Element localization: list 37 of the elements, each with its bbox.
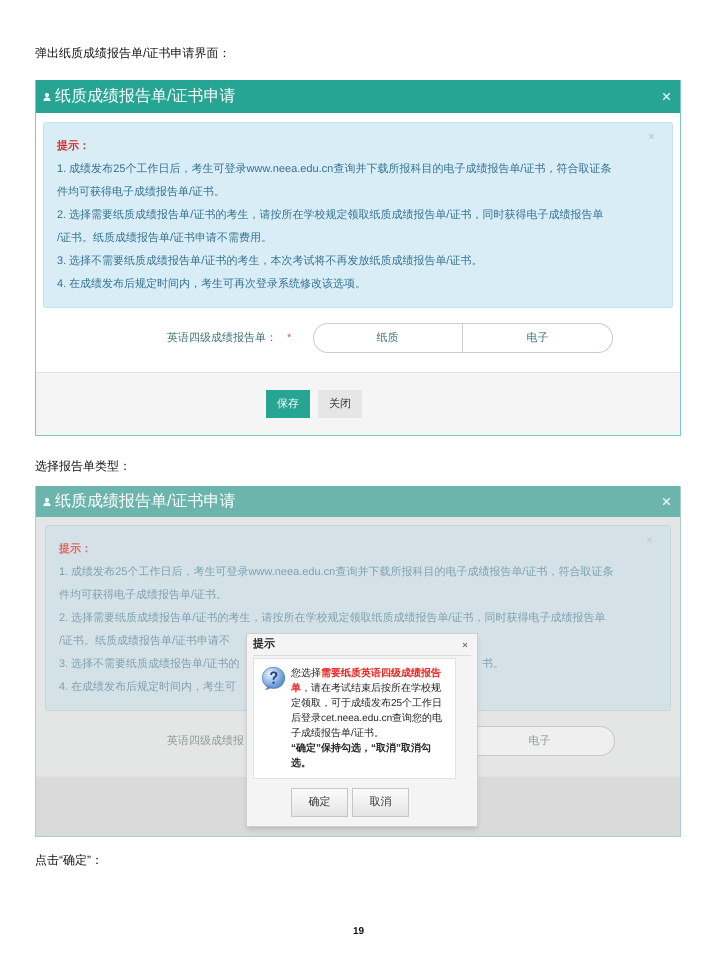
prompt-message: 您选择需要纸质英语四级成绩报告单，请在考试结束后按所在学校规定领取，可于成绩发布25个工作日后登录cet.neea.edu.cn查询您的电子成绩报告单/证书。 bbox=[291, 666, 444, 741]
notice-text: 2. 选择需要纸质成绩报告单/证书的考生，请按所在学校规定领取纸质成绩报告单/证书，同时获得电子成绩报告单 bbox=[57, 208, 604, 223]
notice-text: 1. 成绩发布25个工作日后，考生可登录www.neea.edu.cn查询并下载所报科目的电子成绩报告单/证书，符合取证条 bbox=[57, 162, 612, 177]
notice-text: 1. 成绩发布25个工作日后，考生可登录www.neea.edu.cn查询并下载所报科目的电子成绩报告单/证书，符合取证条 bbox=[59, 564, 614, 580]
caption: 弹出纸质成绩报告单/证书申请界面： bbox=[35, 45, 230, 62]
confirm-button[interactable]: 确定 bbox=[291, 788, 348, 817]
notice-heading: 提示： bbox=[59, 542, 92, 557]
field-label: 英语四级成绩报 bbox=[167, 734, 244, 749]
prompt-title: 提示 bbox=[253, 637, 275, 652]
caption: 点击“确定”： bbox=[35, 852, 103, 869]
notice-text: 3. 选择不需要纸质成绩报告单/证书的考生，本次考试将不再发放纸质成绩报告单/证书。 bbox=[57, 254, 482, 269]
toggle-option[interactable]: 电子 bbox=[462, 324, 612, 352]
field-label: 英语四级成绩报告单： bbox=[167, 330, 277, 346]
notice-text: 3. 选择不需要纸质成绩报告单/证书的 bbox=[59, 658, 240, 670]
dialog-title: 纸质成绩报告单/证书申请 bbox=[55, 86, 236, 106]
notice-heading: 提示： bbox=[57, 139, 90, 154]
dialog-title: 纸质成绩报告单/证书申请 bbox=[55, 492, 236, 512]
close-button[interactable]: 关闭 bbox=[318, 390, 362, 418]
user-icon bbox=[42, 92, 52, 102]
notice-text: 2. 选择需要纸质成绩报告单/证书的考生，请按所在学校规定领取纸质成绩报告单/证书，同时获得电子成绩报告单 bbox=[59, 610, 606, 626]
notice-text: 4. 在成绩发布后规定时间内，考生可 bbox=[59, 680, 236, 695]
notice-text: 件均可获得电子成绩报告单/证书。 bbox=[59, 588, 228, 603]
notice-text: 件均可获得电子成绩报告单/证书。 bbox=[57, 184, 226, 200]
page-number: 19 bbox=[353, 925, 364, 939]
notice-text: 书。 bbox=[482, 657, 504, 672]
required-mark: * bbox=[287, 330, 292, 346]
save-button[interactable]: 保存 bbox=[266, 390, 310, 418]
notice-text: /证书。纸质成绩报告单/证书申请不 bbox=[59, 634, 230, 649]
notice-text: 4. 在成绩发布后规定时间内，考生可再次登录系统修改该选项。 bbox=[57, 276, 366, 292]
question-icon bbox=[261, 666, 286, 691]
notice-text: /证书。纸质成绩报告单/证书申请不需费用。 bbox=[57, 230, 272, 246]
user-icon bbox=[42, 496, 52, 506]
close-icon[interactable] bbox=[461, 640, 469, 648]
prompt-hint: “确定”保持勾选，“取消”取消勾选。 bbox=[291, 741, 432, 771]
caption: 选择报告单类型： bbox=[35, 458, 131, 475]
toggle-option[interactable]: 纸质 bbox=[314, 324, 462, 352]
cancel-button[interactable]: 取消 bbox=[352, 788, 409, 817]
